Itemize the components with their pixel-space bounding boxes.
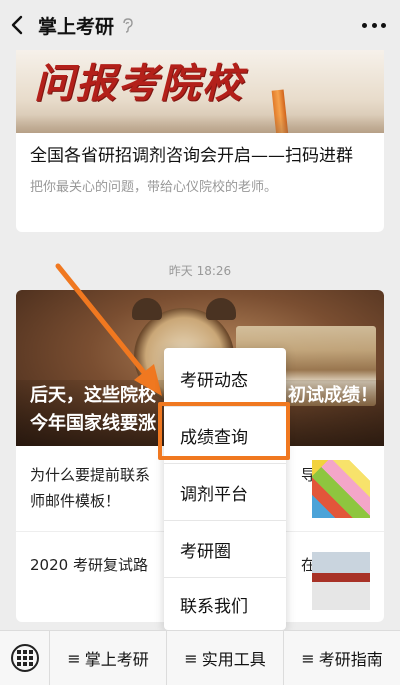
bottom-menu-bar: ≡ 掌上考研 ≡ 实用工具 ≡ 考研指南 [0, 630, 400, 685]
dot-icon [362, 22, 367, 28]
top-nav: 掌上考研 [0, 0, 400, 50]
campus-thumbnail [312, 552, 370, 610]
bottom-tab-tools[interactable]: ≡ 实用工具 [167, 630, 284, 685]
highlight-box [158, 402, 290, 460]
chalk-thumbnail [312, 460, 370, 518]
menu-lines-icon: ≡ [301, 648, 315, 668]
popup-menu: 考研动态 成绩查询 调剂平台 考研圈 联系我们 [164, 348, 286, 630]
back-arrow-icon [11, 15, 23, 35]
menu-lines-icon: ≡ [184, 648, 198, 668]
menu-item-adjustment-platform[interactable]: 调剂平台 [164, 464, 286, 520]
menu-item-kaoyan-circle[interactable]: 考研圈 [164, 521, 286, 577]
menu-item-kaoyan-news[interactable]: 考研动态 [164, 350, 286, 406]
ear-icon [123, 18, 133, 33]
keyboard-toggle-button[interactable] [0, 630, 50, 685]
menu-item-contact-us[interactable]: 联系我们 [164, 576, 286, 632]
more-options-button[interactable] [362, 14, 386, 36]
annotation-arrow-icon [55, 263, 162, 396]
menu-lines-icon: ≡ [67, 648, 81, 668]
bottom-tab-guide[interactable]: ≡ 考研指南 [284, 631, 400, 685]
bottom-tab-zhangshang-kaoyan[interactable]: ≡ 掌上考研 [50, 630, 167, 685]
page-title: 掌上考研 [38, 15, 115, 38]
article-banner-image: 问报考院校 [16, 50, 384, 133]
keyboard-icon [10, 644, 39, 672]
dot-icon [371, 22, 377, 28]
article-headline: 全国各省研招调剂咨询会开启——扫码进群 [30, 146, 353, 166]
dot-icon [381, 22, 386, 28]
banner-brush-text: 问报考院校 [34, 60, 244, 107]
article-description: 把你最关心的问题，带给心仪院校的老师。 [30, 180, 278, 195]
article-card[interactable]: 问报考院校 全国各省研招调剂咨询会开启——扫码进群 把你最关心的问题，带给心仪院… [16, 50, 384, 232]
back-button[interactable] [0, 0, 34, 50]
